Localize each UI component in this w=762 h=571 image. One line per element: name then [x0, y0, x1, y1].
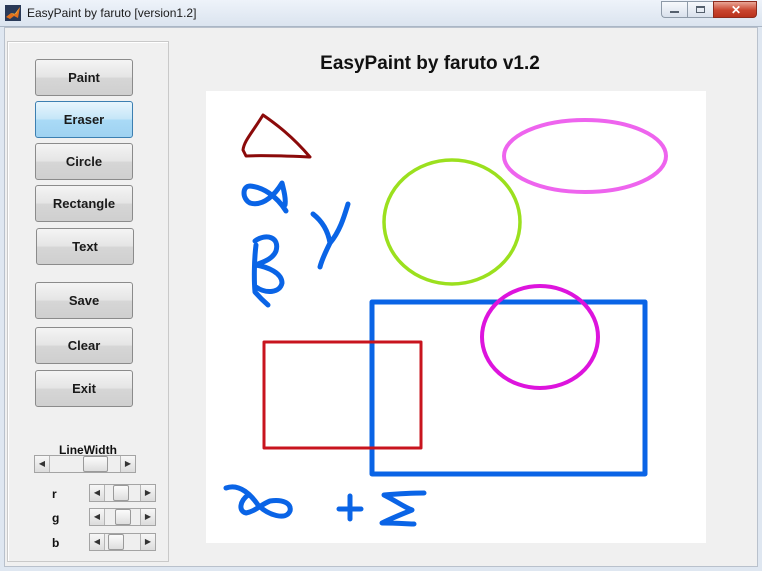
lime-circle — [382, 158, 522, 286]
canvas-title: EasyPaint by faruto v1.2 — [320, 53, 540, 74]
rectangle-button[interactable]: Rectangle — [35, 185, 133, 222]
plus-stroke — [336, 493, 364, 522]
g-slider-thumb[interactable] — [115, 509, 131, 525]
close-button[interactable]: ✕ — [713, 1, 757, 18]
paint-button[interactable]: Paint — [35, 59, 133, 96]
text-button[interactable]: Text — [36, 228, 134, 265]
eraser-button[interactable]: Eraser — [35, 101, 133, 138]
linewidth-slider[interactable]: ◀ ▶ — [34, 455, 136, 473]
drawing-canvas[interactable] — [206, 91, 706, 543]
b-label: b — [52, 536, 60, 550]
arrow-right-icon[interactable]: ▶ — [120, 456, 135, 472]
alpha-stroke — [241, 180, 289, 214]
b-slider[interactable]: ◀ ▶ — [89, 533, 156, 551]
infinity-stroke — [223, 484, 293, 519]
arrow-left-icon[interactable]: ◀ — [90, 534, 105, 550]
r-label: r — [52, 487, 57, 501]
figure-client-area: Paint Eraser Circle Rectangle Text Save … — [4, 27, 758, 567]
drawing-surface[interactable] — [206, 91, 706, 543]
r-slider[interactable]: ◀ ▶ — [89, 484, 156, 502]
triangle-stroke — [241, 113, 312, 159]
violet-ellipse — [502, 118, 668, 194]
g-slider[interactable]: ◀ ▶ — [89, 508, 156, 526]
arrow-left-icon[interactable]: ◀ — [90, 485, 105, 501]
r-slider-thumb[interactable] — [113, 485, 129, 501]
beta-stroke — [251, 234, 285, 308]
maximize-icon — [696, 6, 705, 13]
circle-button[interactable]: Circle — [35, 143, 133, 180]
linewidth-slider-thumb[interactable] — [83, 456, 108, 472]
matlab-icon — [5, 5, 21, 21]
b-slider-thumb[interactable] — [108, 534, 124, 550]
title-bar: EasyPaint by faruto [version1.2] ✕ — [0, 0, 762, 27]
arrow-right-icon[interactable]: ▶ — [140, 509, 155, 525]
minimize-button[interactable] — [661, 1, 687, 18]
maximize-button[interactable] — [687, 1, 713, 18]
g-label: g — [52, 511, 60, 525]
exit-button[interactable]: Exit — [35, 370, 133, 407]
window-title: EasyPaint by faruto [version1.2] — [27, 6, 197, 20]
arrow-right-icon[interactable]: ▶ — [140, 534, 155, 550]
close-icon: ✕ — [730, 3, 742, 17]
minimize-icon — [670, 11, 679, 13]
window-controls: ✕ — [661, 1, 757, 18]
gamma-stroke — [310, 201, 351, 270]
red-rectangle — [262, 340, 423, 450]
arrow-left-icon[interactable]: ◀ — [35, 456, 50, 472]
save-button[interactable]: Save — [35, 282, 133, 319]
sigma-stroke — [379, 490, 427, 527]
tool-panel: Paint Eraser Circle Rectangle Text Save … — [7, 41, 169, 562]
arrow-right-icon[interactable]: ▶ — [140, 485, 155, 501]
clear-button[interactable]: Clear — [35, 327, 133, 364]
arrow-left-icon[interactable]: ◀ — [90, 509, 105, 525]
